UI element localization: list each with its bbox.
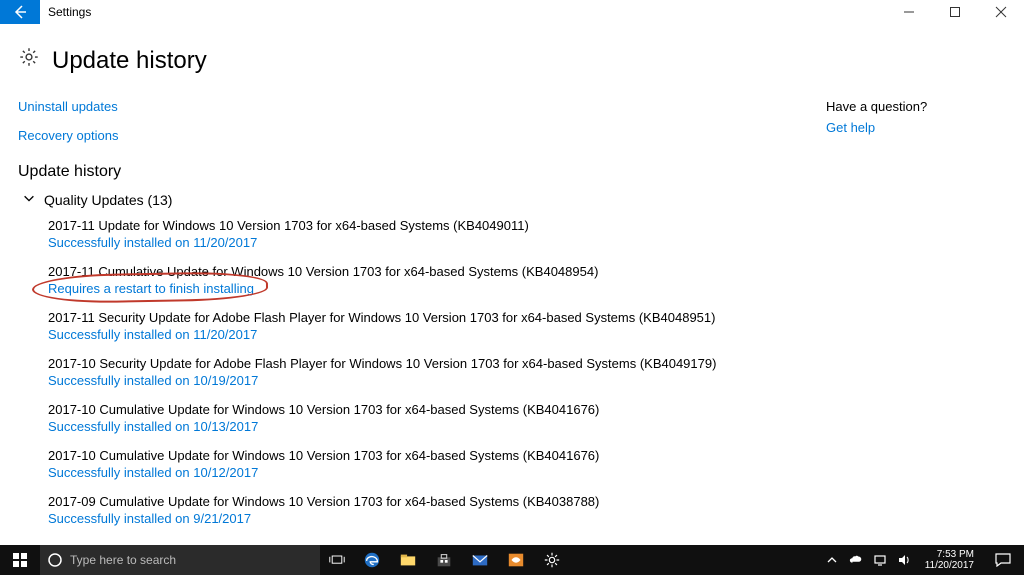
update-title: 2017-11 Update for Windows 10 Version 17… <box>48 218 806 233</box>
update-item: 2017-10 Cumulative Update for Windows 10… <box>48 448 806 480</box>
taskbar-search[interactable]: Type here to search <box>40 545 320 575</box>
task-view-button[interactable] <box>320 545 354 575</box>
main-column: Uninstall updates Recovery options Updat… <box>18 99 806 540</box>
action-center-button[interactable] <box>986 553 1020 567</box>
update-title: 2017-11 Security Update for Adobe Flash … <box>48 310 806 325</box>
aside-column: Have a question? Get help <box>826 99 1006 540</box>
recovery-options-link[interactable]: Recovery options <box>18 128 118 143</box>
page-title: Update history <box>52 47 207 75</box>
system-tray[interactable]: 7:53 PM 11/20/2017 <box>819 545 1024 575</box>
aside-heading: Have a question? <box>826 99 1006 114</box>
app-title: Settings <box>48 5 91 19</box>
pinned-apps <box>354 545 570 575</box>
time-text: 7:53 PM <box>937 549 974 560</box>
update-status: Successfully installed on 9/21/2017 <box>48 511 806 526</box>
update-title: 2017-10 Cumulative Update for Windows 10… <box>48 402 806 417</box>
update-title: 2017-10 Cumulative Update for Windows 10… <box>48 448 806 463</box>
quality-updates-toggle[interactable]: Quality Updates (13) <box>22 191 806 208</box>
file-explorer-icon[interactable] <box>390 545 426 575</box>
update-status: Successfully installed on 10/13/2017 <box>48 419 806 434</box>
close-button[interactable] <box>978 0 1024 24</box>
section-heading: Update history <box>18 163 806 181</box>
search-placeholder: Type here to search <box>70 553 176 567</box>
maximize-button[interactable] <box>932 0 978 24</box>
update-item: 2017-09 Cumulative Update for Windows 10… <box>48 494 806 526</box>
mail-icon[interactable] <box>462 545 498 575</box>
edge-app-icon[interactable] <box>354 545 390 575</box>
chevron-down-icon <box>22 191 36 208</box>
update-status: Successfully installed on 10/12/2017 <box>48 465 806 480</box>
date-text: 11/20/2017 <box>925 560 974 571</box>
taskbar: Type here to search 7:53 PM 11/20/2017 <box>0 545 1024 575</box>
updates-list: 2017-11 Update for Windows 10 Version 17… <box>48 218 806 526</box>
uninstall-updates-link[interactable]: Uninstall updates <box>18 99 118 114</box>
minimize-button[interactable] <box>886 0 932 24</box>
taskbar-clock[interactable]: 7:53 PM 11/20/2017 <box>919 549 980 571</box>
update-item: 2017-10 Cumulative Update for Windows 10… <box>48 402 806 434</box>
update-item: 2017-11 Update for Windows 10 Version 17… <box>48 218 806 250</box>
group-label: Quality Updates (13) <box>44 192 172 208</box>
update-item: 2017-11 Cumulative Update for Windows 10… <box>48 264 806 296</box>
cortana-icon <box>40 552 70 568</box>
onedrive-icon[interactable] <box>847 553 865 567</box>
volume-icon[interactable] <box>895 553 913 567</box>
gear-icon <box>18 46 40 75</box>
titlebar: Settings <box>0 0 1024 24</box>
update-status: Successfully installed on 11/20/2017 <box>48 235 806 250</box>
content-area: Update history Uninstall updates Recover… <box>0 24 1024 545</box>
update-title: 2017-09 Cumulative Update for Windows 10… <box>48 494 806 509</box>
update-status: Successfully installed on 10/19/2017 <box>48 373 806 388</box>
update-title: 2017-10 Security Update for Adobe Flash … <box>48 356 806 371</box>
settings-app-icon[interactable] <box>534 545 570 575</box>
app-orange-icon[interactable] <box>498 545 534 575</box>
network-icon[interactable] <box>871 553 889 567</box>
back-button[interactable] <box>0 0 40 24</box>
page-header: Update history <box>18 46 1006 75</box>
update-item: 2017-10 Security Update for Adobe Flash … <box>48 356 806 388</box>
update-status: Requires a restart to finish installing <box>48 281 254 296</box>
start-button[interactable] <box>0 545 40 575</box>
get-help-link[interactable]: Get help <box>826 120 875 135</box>
update-title: 2017-11 Cumulative Update for Windows 10… <box>48 264 806 279</box>
store-icon[interactable] <box>426 545 462 575</box>
update-item: 2017-11 Security Update for Adobe Flash … <box>48 310 806 342</box>
update-status: Successfully installed on 11/20/2017 <box>48 327 806 342</box>
tray-chevron-up-icon[interactable] <box>823 553 841 567</box>
